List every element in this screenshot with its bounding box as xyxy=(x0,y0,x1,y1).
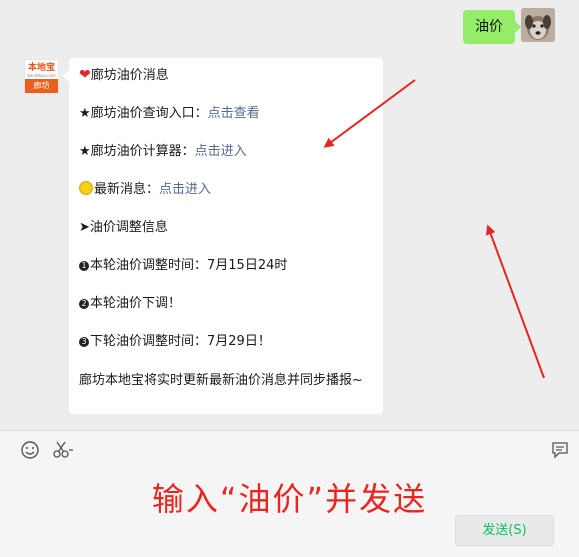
avatar-city: 廊坊 xyxy=(25,79,58,93)
dog-avatar-icon xyxy=(521,8,555,42)
number-1-icon: 1 xyxy=(79,261,89,271)
message-title-line: ❤廊坊油价消息 xyxy=(79,65,169,86)
adjust-item-1-text: 本轮油价调整时间：7月15日24时 xyxy=(90,258,288,273)
calculator-label: ★廊坊油价计算器： xyxy=(79,144,195,159)
bot-avatar[interactable]: 本地宝 bendibao.com 廊坊 xyxy=(24,59,59,94)
avatar-brand: 本地宝 xyxy=(27,63,55,73)
adjust-item-3: 3 下轮油价调整时间：7月29日！ xyxy=(79,332,271,352)
query-line: ★廊坊油价查询入口：点击查看 xyxy=(79,104,260,124)
calculator-link[interactable]: 点击进入 xyxy=(195,144,247,159)
adjust-item-1: 1 本轮油价调整时间：7月15日24时 xyxy=(79,256,287,276)
number-3-icon: 3 xyxy=(79,337,89,347)
message-title: 廊坊油价消息 xyxy=(90,68,169,83)
scissors-icon[interactable] xyxy=(52,440,73,460)
number-2-icon: 2 xyxy=(79,299,89,309)
smiley-icon[interactable] xyxy=(20,440,40,460)
adjust-header: ➤油价调整信息 xyxy=(79,220,168,235)
query-link[interactable]: 点击查看 xyxy=(208,106,260,121)
calculator-line: ★廊坊油价计算器：点击进入 xyxy=(79,142,247,162)
chat-bubble-icon[interactable] xyxy=(550,440,570,460)
incoming-message: ❤廊坊油价消息 ★廊坊油价查询入口：点击查看 ★廊坊油价计算器：点击进入 最新消… xyxy=(63,58,383,414)
sun-icon xyxy=(79,181,93,195)
heart-icon: ❤ xyxy=(79,67,91,83)
adjust-item-2: 2 本轮油价下调！ xyxy=(79,294,181,314)
news-line: 最新消息：点击进入 xyxy=(79,180,211,200)
footer-text: 廊坊本地宝将实时更新最新油价消息并同步播报~ xyxy=(79,373,363,388)
user-avatar[interactable] xyxy=(521,8,555,42)
news-link[interactable]: 点击进入 xyxy=(159,182,211,197)
adjust-item-2-text: 本轮油价下调！ xyxy=(90,296,182,311)
query-label: ★廊坊油价查询入口： xyxy=(79,106,208,121)
outgoing-text: 油价 xyxy=(475,19,503,35)
send-button[interactable]: 发送(S) xyxy=(455,515,554,546)
adjust-item-3-text: 下轮油价调整时间：7月29日！ xyxy=(90,334,271,349)
news-label: 最新消息： xyxy=(94,182,160,197)
annotation-text: 输入“油价”并发送 xyxy=(151,480,428,518)
outgoing-message[interactable]: 油价 xyxy=(463,10,521,44)
